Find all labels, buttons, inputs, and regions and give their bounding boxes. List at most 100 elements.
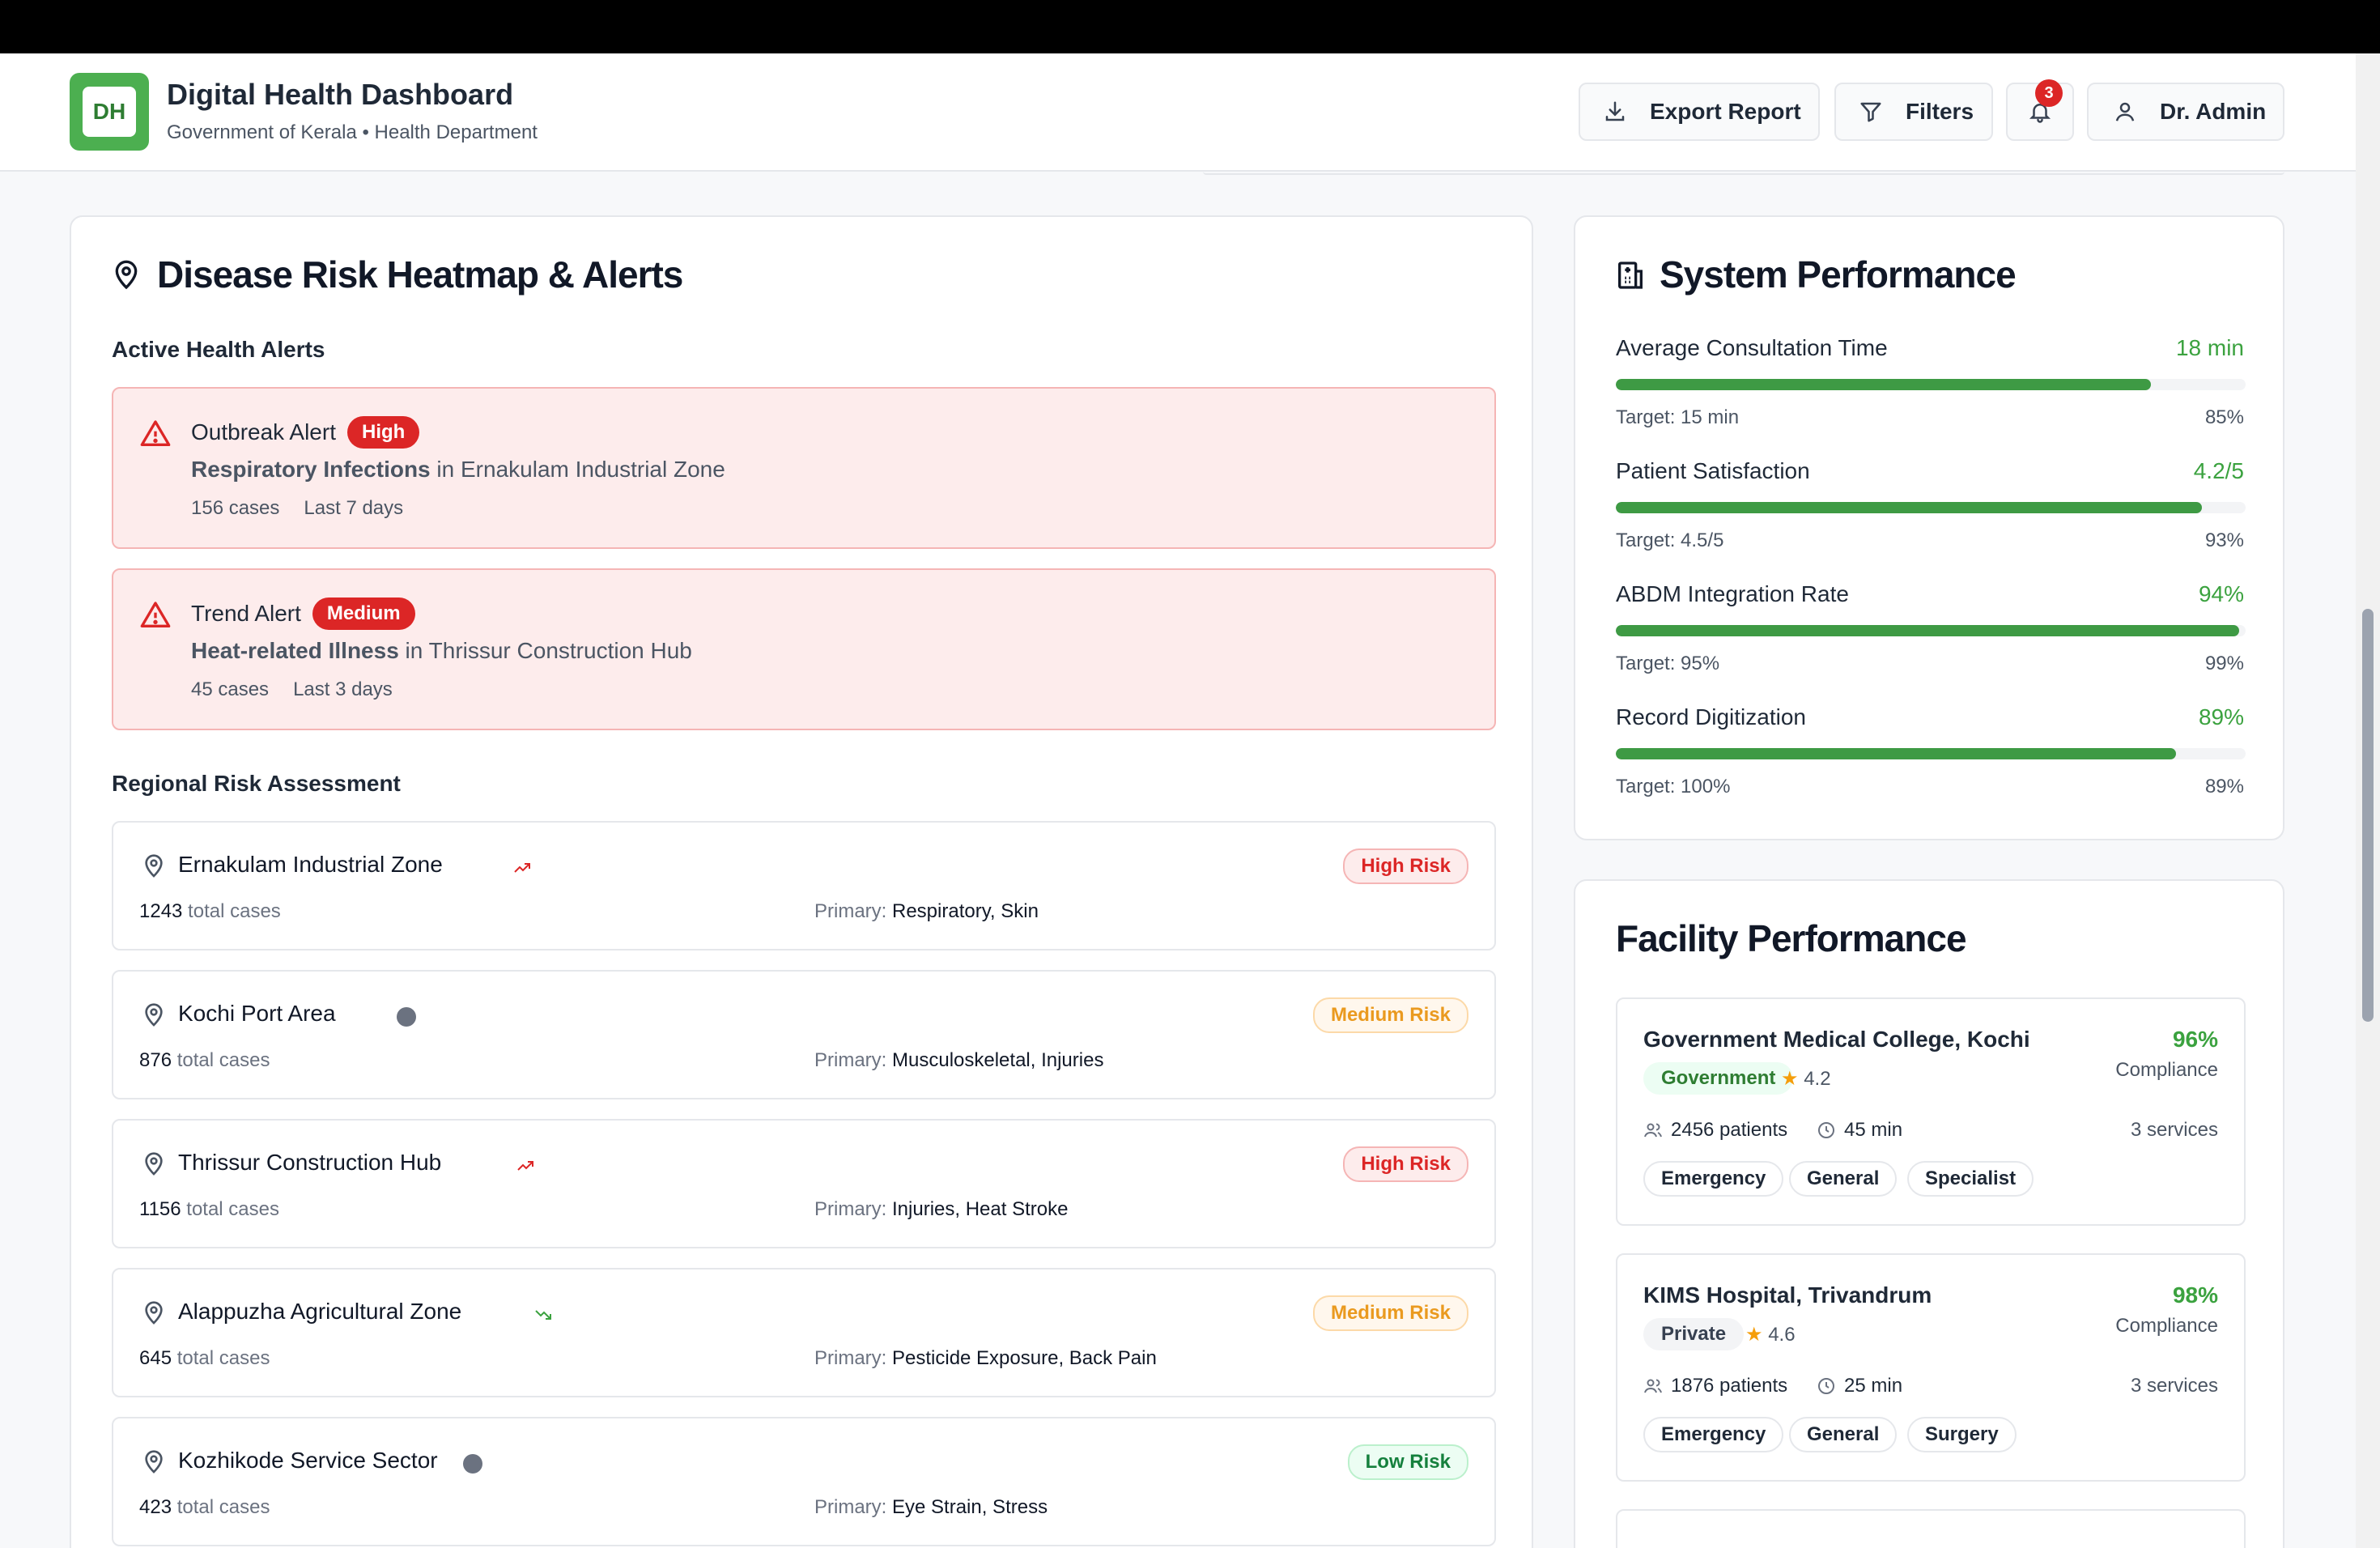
system-performance-panel: System Performance Average Consultation … (1574, 215, 2284, 840)
user-icon (2115, 102, 2135, 121)
region-primary: Primary: Respiratory, Skin (814, 900, 1039, 923)
export-report-button[interactable]: Export Report (1579, 83, 1820, 141)
facility-card[interactable] (1616, 1509, 2246, 1548)
alert-period: Last 7 days (304, 497, 404, 519)
notifications-button[interactable]: 3 (2006, 79, 2074, 141)
metric-label: Patient Satisfaction (1616, 458, 1810, 483)
total-cases-label: total cases (172, 1496, 270, 1518)
alert-type: Trend Alert Medium (191, 598, 415, 630)
total-cases-label: total cases (172, 1049, 270, 1071)
facility-patients: 2456 patients (1643, 1119, 1787, 1142)
user-menu-button[interactable]: Dr. Admin (2087, 83, 2284, 141)
alert-meta: 45 cases Last 3 days (191, 678, 393, 701)
alert-period: Last 3 days (293, 678, 393, 700)
region-name: Alappuzha Agricultural Zone (178, 1299, 462, 1324)
facility-wait-time: 25 min (1817, 1375, 1902, 1397)
health-alert-card[interactable]: Outbreak Alert High Respiratory Infection… (112, 387, 1496, 549)
warning-triangle-icon (140, 602, 171, 627)
clock-icon (1818, 1378, 1834, 1394)
facility-card[interactable]: Government Medical College, Kochi 96% Co… (1616, 997, 2246, 1226)
region-primary: Primary: Injuries, Heat Stroke (814, 1198, 1068, 1221)
stable-trend-icon (397, 1007, 416, 1027)
alert-meta: 156 cases Last 7 days (191, 497, 403, 520)
region-name: Thrissur Construction Hub (178, 1150, 442, 1175)
users-icon (1644, 1123, 1662, 1138)
service-tag: Emergency (1643, 1161, 1784, 1197)
alert-disease: Respiratory Infections (191, 457, 431, 482)
facility-performance-title: Facility Performance (1616, 917, 1967, 959)
alert-severity-badge: High (346, 416, 420, 449)
facility-card[interactable]: KIMS Hospital, Trivandrum 98% Compliance… (1616, 1253, 2246, 1482)
region-total-cases: 1156 total cases (139, 1198, 279, 1221)
metric-percent: 85% (2204, 406, 2244, 428)
region-case-count: 645 (139, 1347, 172, 1369)
metric-label: ABDM Integration Rate (1616, 581, 1849, 606)
primary-label: Primary: (814, 900, 892, 922)
region-total-cases: 645 total cases (139, 1347, 270, 1370)
region-row[interactable]: Kochi Port Area Medium Risk 876 total ca… (112, 970, 1496, 1099)
facility-patients: 1876 patients (1643, 1375, 1787, 1397)
metric-progress-fill (1616, 502, 2202, 513)
alert-type: Outbreak Alert High (191, 416, 420, 449)
primary-conditions: Injuries, Heat Stroke (892, 1198, 1069, 1220)
system-performance-title: System Performance (1660, 253, 2017, 296)
map-pin-icon (145, 1152, 163, 1176)
metric-percent: 89% (2204, 776, 2244, 797)
metric-percent: 93% (2204, 529, 2244, 551)
region-row[interactable]: Ernakulam Industrial Zone High Risk 1243… (112, 821, 1496, 950)
trending-up-icon (517, 1161, 533, 1171)
page-scrollbar[interactable] (2356, 53, 2380, 1548)
service-tag: Emergency (1643, 1417, 1784, 1452)
stable-trend-icon (463, 1454, 482, 1474)
services-count: 3 services (2130, 1375, 2218, 1397)
region-total-cases: 876 total cases (139, 1049, 270, 1072)
metric-progress-fill (1616, 379, 2152, 390)
alert-cases: 45 cases (191, 678, 270, 700)
alert-severity-badge: Medium (312, 598, 415, 630)
metric-percent: 99% (2204, 653, 2244, 674)
region-row[interactable]: Alappuzha Agricultural Zone Medium Risk … (112, 1268, 1496, 1397)
metric-progress-bar (1616, 748, 2246, 759)
region-primary: Primary: Pesticide Exposure, Back Pain (814, 1347, 1157, 1370)
user-name: Dr. Admin (2160, 99, 2267, 124)
patients-count: 2456 patients (1671, 1119, 1788, 1141)
alert-location: Ernakulam Industrial Zone (461, 457, 725, 482)
warning-triangle-icon (140, 420, 171, 446)
region-row[interactable]: Thrissur Construction Hub High Risk 1156… (112, 1119, 1496, 1248)
rating-value: 4.2 (1804, 1068, 1831, 1090)
alert-description: Heat-related Illness in Thrissur Constru… (191, 638, 692, 664)
metric-progress-bar (1616, 625, 2246, 636)
rating-value: 4.6 (1768, 1324, 1796, 1346)
region-case-count: 876 (139, 1049, 172, 1071)
alert-in-word: in (398, 638, 429, 663)
metric-target: Target: 15 min (1616, 406, 1740, 428)
facility-rating: ★ 4.6 (1745, 1323, 1796, 1346)
risk-badge: High Risk (1343, 848, 1468, 884)
patients-count: 1876 patients (1671, 1375, 1788, 1397)
metric-target: Target: 95% (1616, 653, 1720, 674)
region-name: Ernakulam Industrial Zone (178, 852, 443, 877)
health-alert-card[interactable]: Trend Alert Medium Heat-related Illness i… (112, 568, 1496, 730)
alert-cases: 156 cases (191, 497, 280, 519)
total-cases-label: total cases (172, 1347, 270, 1369)
browser-top-bar (0, 0, 2380, 53)
region-row[interactable]: Kozhikode Service Sector Low Risk 423 to… (112, 1417, 1496, 1546)
filters-button[interactable]: Filters (1834, 83, 1993, 141)
service-tag: Specialist (1907, 1161, 2034, 1197)
risk-badge: High Risk (1343, 1146, 1468, 1182)
star-icon: ★ (1781, 1068, 1799, 1090)
scrollbar-thumb[interactable] (2362, 609, 2374, 1022)
previous-panel-edge (1203, 172, 2284, 175)
export-report-label: Export Report (1650, 99, 1801, 124)
compliance-label: Compliance (2115, 1315, 2218, 1337)
app-logo: DH (70, 73, 149, 151)
metric-value: 89% (2198, 704, 2244, 729)
facility-rating: ★ 4.2 (1781, 1067, 1831, 1091)
map-pin-icon (145, 1450, 163, 1474)
users-icon (1644, 1379, 1662, 1393)
app-title: Digital Health Dashboard (167, 78, 514, 111)
alert-location: Thrissur Construction Hub (428, 638, 692, 663)
regional-risk-heading: Regional Risk Assessment (112, 771, 401, 796)
alert-description: Respiratory Infections in Ernakulam Indu… (191, 457, 725, 483)
map-pin-icon (115, 260, 138, 290)
